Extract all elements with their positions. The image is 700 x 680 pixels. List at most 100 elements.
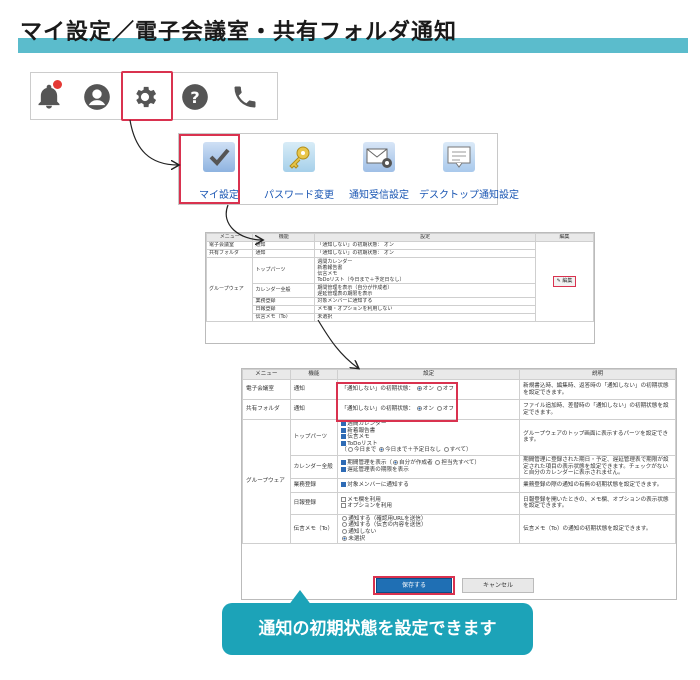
memo-setting: 通知する（確認用URLを送信） 通知する（伝言の内容を送信） 通知しない 未選択 [337,513,521,545]
radio[interactable] [342,515,348,521]
radio[interactable] [435,460,441,466]
mail-gear-icon [363,142,395,172]
cell-setting: 「通知しない」の初期状態： オン [314,249,536,258]
checkbox[interactable] [341,503,347,509]
radio[interactable] [342,535,348,541]
checkbox[interactable] [341,440,347,446]
column-header: メニュー [206,233,254,242]
cell-func: 通知 [289,379,339,400]
checkbox-label: 伝言メモ [347,434,370,441]
cell-func: 通知 [289,399,339,420]
menu-item-notify-receive[interactable]: 通知受信設定 [339,134,419,206]
cell-func: 業務登録 [252,297,316,306]
calendar-setting: 期間管理を表示（ 自分が作成者 担当先すべて） 遅延管理表の期限を表示 [337,454,521,479]
radio-label: すべて [449,447,466,454]
radio[interactable] [347,447,353,453]
radio[interactable] [342,522,348,528]
radio-label: 今日まで [353,447,377,454]
table-row: 共有フォルダ 通知 「通知しない」の初期状態： オン オフ ファイル追加時、差替… [242,399,676,420]
column-header: 説明 [519,369,676,380]
edit-cell: ✎ 編集 [534,241,594,322]
callout-banner: 通知の初期状態を設定できます [222,603,533,655]
column-header: 設定 [337,369,521,380]
cell-desc: ファイル追加時、差替時の「通知しない」の初期状態を設定できます。 [519,399,676,420]
cancel-button[interactable]: キャンセル [462,578,534,593]
page-root: マイ設定／電子会議室・共有フォルダ通知 ? マイ設定 パスワード変更 通知受信設… [0,0,700,680]
radio-label: 自分が作成者 [399,460,433,467]
cell-func: トップパーツ [289,419,339,456]
cell-func: 通知 [252,241,316,250]
cell-menu: 共有フォルダ [242,399,291,420]
help-icon[interactable]: ? [181,83,209,111]
table-row: 日報登録 メモ欄を利用 オプションを利用 日報登録を開いたときの、メモ欄、オプシ… [243,491,676,515]
arrow-gear-to-menu [129,119,178,165]
column-header: 設定 [314,233,536,242]
radio-label: 通知しない [348,528,377,535]
menu-item-desktop-notify[interactable]: デスクトップ通知設定 [419,134,519,206]
phone-icon[interactable] [231,83,259,111]
table-row: 電子会議室 通知 「通知しない」の初期状態： オン ✎ 編集 [206,241,594,322]
cell-menu: 共有フォルダ [206,249,254,258]
checkbox-label: 期間管理を表示 [347,460,387,467]
checkbox-label: 遅延管理表の期限を表示 [347,466,409,473]
checkbox[interactable] [341,460,347,466]
user-icon[interactable] [83,83,111,111]
cell-func: カレンダー全般 [252,283,316,298]
radio[interactable] [443,447,449,453]
cell-func: カレンダー全般 [289,454,339,479]
radio[interactable] [342,528,348,534]
cell-menu: 電子会議室 [242,379,291,400]
checkbox-label: ToDoリスト [347,440,378,447]
radio[interactable] [379,447,385,453]
my-settings-highlight [179,134,240,204]
column-header: 編集 [534,233,594,242]
menu-item-label: デスクトップ通知設定 [419,190,519,201]
cell-desc: 伝言メモ（To）の通知の初期状態を設定できます。 [519,513,676,545]
cell-setting: 「通知しない」の初期状態： オン [314,241,536,250]
column-header: メニュー [242,369,291,380]
checkbox[interactable] [341,481,347,487]
edit-button[interactable]: ✎ 編集 [552,276,577,287]
checkbox-label: オプションを利用 [347,503,393,510]
checkbox-label: 新着報告書 [347,427,376,434]
checkbox[interactable] [341,466,347,472]
column-header: 機能 [252,233,316,242]
column-header: 機能 [289,369,339,380]
radio-label: 通知する（確認用URLを送信） [348,515,427,522]
cell-setting: 未選択 [314,313,536,322]
cell-func: 日報登録 [252,305,316,314]
settings-edit-panel: メニュー 機能 設定 説明 電子会議室 通知 「通知しない」の初期状態： オン … [241,368,677,600]
table-row: カレンダー全般 期間管理を表示（ 自分が作成者 担当先すべて） 遅延管理表の期限を… [243,454,676,479]
menu-item-password[interactable]: パスワード変更 [259,134,339,206]
cell-setting: 週間カレンダー 新着報告書 伝言メモ ToDoリスト（今日まで＋予定日なし） [314,257,536,284]
cell-func: 伝言メモ（To） [252,313,316,322]
gear-highlight [121,71,173,121]
top-parts-setting: 週間カレンダー 新着報告書 伝言メモ ToDoリスト （今日まで 今日まで＋予定… [337,419,521,456]
checkbox-label: メモ欄を利用 [347,496,381,503]
cell-menu: グループウェア [242,418,291,545]
cell-desc: 新規書込時、編集時、返答時の「通知しない」の初期状態を設定できます。 [519,379,676,400]
radio-label: 今日まで＋予定日なし [385,447,441,454]
key-icon [283,142,315,172]
save-highlight [373,576,455,595]
checkbox[interactable] [341,496,347,502]
cell-desc: グループウェアのトップ画面に表示するパーツを設定できます。 [519,419,676,456]
notification-badge [53,80,62,89]
table-row: グループウェア トップパーツ 週間カレンダー 新着報告書 伝言メモ ToDoリス… [242,418,676,545]
table-row: 電子会議室 通知 「通知しない」の初期状態： オン オフ 新規書込時、編集時、返… [242,379,676,400]
radio[interactable] [393,460,399,466]
settings-edit-table: メニュー 機能 設定 説明 電子会議室 通知 「通知しない」の初期状態： オン … [242,369,676,545]
cell-menu: 電子会議室 [206,241,254,250]
cell-func: 業務登録 [289,477,339,493]
checkbox[interactable] [341,427,347,433]
cell-setting: 期間管理を表示（自分が作成者） 遅延管理表の期限を表示 [314,283,536,298]
cell-setting: メモ欄・オプションを利用しない [314,305,536,314]
cell-desc: 業務登録の際の通知の有無の初期状態を設定できます。 [519,477,676,493]
radio-label: 担当先すべて [441,460,475,467]
cell-func: トップパーツ [252,257,316,284]
cell-desc: 日報登録を開いたときの、メモ欄、オプションの表示状態を設定できます。 [519,491,676,515]
svg-text:?: ? [190,88,199,107]
checkbox[interactable] [341,434,347,440]
settings-list-table: メニュー 機能 設定 編集 電子会議室 通知 「通知しない」の初期状態： オン … [206,233,594,322]
settings-list-preview: メニュー 機能 設定 編集 電子会議室 通知 「通知しない」の初期状態： オン … [205,232,595,344]
